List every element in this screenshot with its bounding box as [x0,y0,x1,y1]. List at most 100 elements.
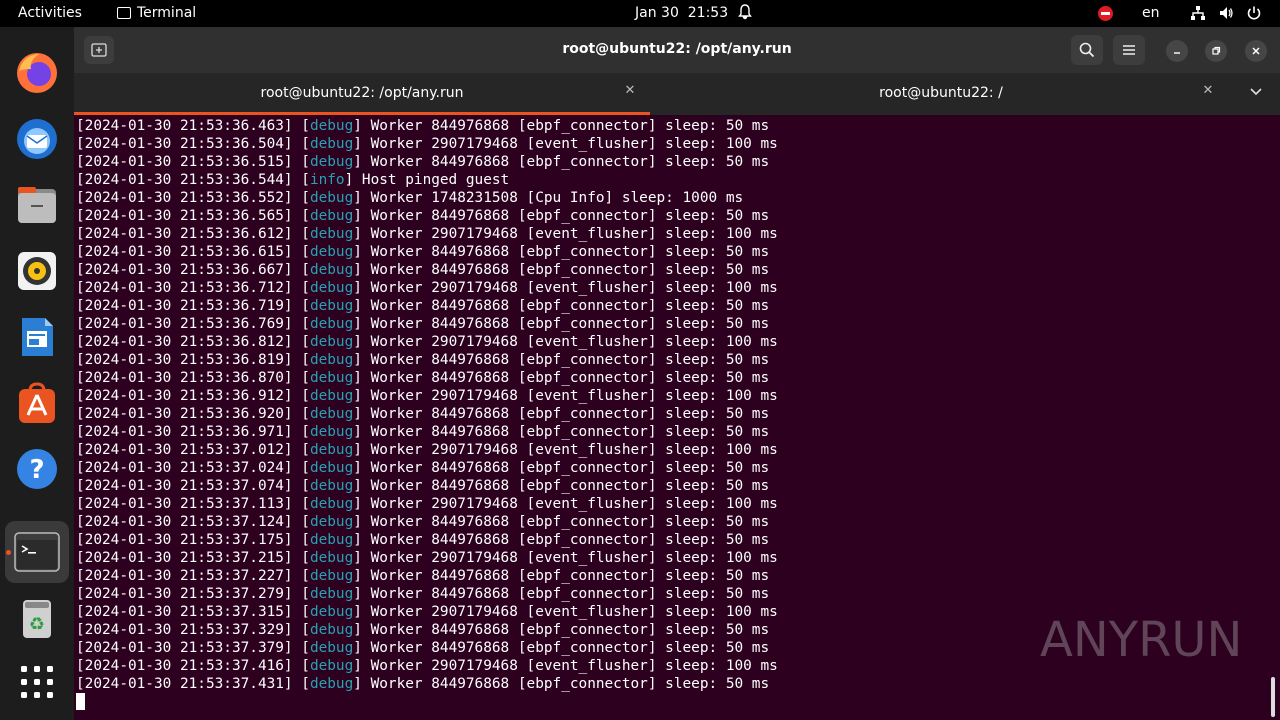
log-level: debug [309,514,354,530]
log-message: Worker 2907179468 [event_flusher] sleep:… [370,388,778,404]
terminal-app-icon [117,7,131,19]
help-icon[interactable]: ? [14,446,60,492]
log-level: debug [309,640,354,656]
log-line: [2024-01-30 21:53:37.215] [debug] Worker… [76,550,778,566]
log-message: Worker 844976868 [ebpf_connector] sleep:… [370,298,770,314]
log-line: [2024-01-30 21:53:36.565] [debug] Worker… [76,208,770,224]
log-timestamp: [2024-01-30 21:53:36.819] [76,352,293,368]
libreoffice-writer-icon[interactable] [14,314,60,360]
log-level: debug [309,622,354,638]
log-message: Host pinged guest [361,172,510,188]
files-icon[interactable] [14,182,60,228]
log-level: debug [309,442,354,458]
tab-opt-any-run[interactable]: root@ubuntu22: /opt/any.run ✕ [74,73,650,115]
log-message: Worker 2907179468 [event_flusher] sleep:… [370,334,778,350]
log-level: debug [309,334,354,350]
log-timestamp: [2024-01-30 21:53:36.463] [76,118,293,134]
app-menu[interactable]: Terminal [117,5,196,21]
log-timestamp: [2024-01-30 21:53:37.024] [76,460,293,476]
log-line: [2024-01-30 21:53:37.279] [debug] Worker… [76,586,770,602]
log-level: debug [309,154,354,170]
log-level: debug [309,496,354,512]
do-not-disturb-icon[interactable] [1098,6,1113,21]
maximize-button[interactable] [1205,40,1227,62]
log-message: Worker 1748231508 [Cpu Info] sleep: 1000… [370,190,744,206]
minimize-button[interactable] [1166,40,1188,62]
power-icon[interactable] [1246,5,1262,21]
log-level: debug [309,568,354,584]
log-message: Worker 844976868 [ebpf_connector] sleep:… [370,352,770,368]
firefox-icon[interactable] [14,50,60,96]
log-message: Worker 2907179468 [event_flusher] sleep:… [370,496,778,512]
tab-root[interactable]: root@ubuntu22: / ✕ [650,73,1232,115]
log-message: Worker 844976868 [ebpf_connector] sleep:… [370,586,770,602]
log-message: Worker 844976868 [ebpf_connector] sleep:… [370,478,770,494]
log-line: [2024-01-30 21:53:36.971] [debug] Worker… [76,424,770,440]
log-timestamp: [2024-01-30 21:53:37.431] [76,676,293,692]
log-line: [2024-01-30 21:53:37.012] [debug] Worker… [76,442,778,458]
log-timestamp: [2024-01-30 21:53:36.544] [76,172,293,188]
scrollbar[interactable] [1271,677,1275,717]
tab-list-chevron-down-icon[interactable] [1250,85,1262,100]
log-line: [2024-01-30 21:53:37.431] [debug] Worker… [76,676,770,692]
log-message: Worker 844976868 [ebpf_connector] sleep:… [370,316,770,332]
log-message: Worker 844976868 [ebpf_connector] sleep:… [370,118,770,134]
tab-close-icon[interactable]: ✕ [622,83,638,99]
log-line: [2024-01-30 21:53:37.227] [debug] Worker… [76,568,770,584]
log-level: debug [309,586,354,602]
log-timestamp: [2024-01-30 21:53:37.329] [76,622,293,638]
log-level: debug [309,550,354,566]
log-message: Worker 2907179468 [event_flusher] sleep:… [370,604,778,620]
log-level: debug [309,604,354,620]
log-level: info [309,172,345,188]
log-message: Worker 844976868 [ebpf_connector] sleep:… [370,640,770,656]
log-level: debug [309,280,354,296]
log-level: debug [309,460,354,476]
log-timestamp: [2024-01-30 21:53:36.504] [76,136,293,152]
clock-date: Jan 30 [635,5,679,21]
app-name: Terminal [137,5,197,21]
log-timestamp: [2024-01-30 21:53:36.552] [76,190,293,206]
log-message: Worker 2907179468 [event_flusher] sleep:… [370,226,778,242]
rhythmbox-icon[interactable] [14,248,60,294]
tab-label: root@ubuntu22: /opt/any.run [260,85,464,101]
volume-icon[interactable] [1218,5,1234,21]
log-timestamp: [2024-01-30 21:53:36.769] [76,316,293,332]
trash-icon[interactable]: ♻ [14,595,60,641]
search-button[interactable] [1071,35,1103,65]
close-window-button[interactable] [1245,40,1267,62]
log-line: [2024-01-30 21:53:37.379] [debug] Worker… [76,640,770,656]
log-timestamp: [2024-01-30 21:53:37.175] [76,532,293,548]
log-line: [2024-01-30 21:53:36.719] [debug] Worker… [76,298,770,314]
menu-button[interactable] [1113,35,1145,65]
thunderbird-icon[interactable] [14,116,60,162]
log-level: debug [309,424,354,440]
tab-bar: root@ubuntu22: /opt/any.run ✕ root@ubunt… [74,73,1280,115]
app-center-icon[interactable] [14,380,60,426]
log-message: Worker 2907179468 [event_flusher] sleep:… [370,136,778,152]
log-level: debug [309,658,354,674]
text-cursor [76,693,85,710]
language-indicator[interactable]: en [1142,5,1160,21]
svg-text:♻: ♻ [29,614,45,635]
log-timestamp: [2024-01-30 21:53:37.074] [76,478,293,494]
log-message: Worker 844976868 [ebpf_connector] sleep:… [370,460,770,476]
activities-button[interactable]: Activities [18,5,82,21]
log-message: Worker 844976868 [ebpf_connector] sleep:… [370,514,770,530]
clock[interactable]: Jan 30 21:53 [635,5,728,21]
show-apps-icon[interactable] [14,659,60,705]
log-timestamp: [2024-01-30 21:53:36.667] [76,262,293,278]
log-timestamp: [2024-01-30 21:53:37.113] [76,496,293,512]
tab-close-icon[interactable]: ✕ [1200,83,1216,99]
bell-icon[interactable] [738,4,752,20]
log-line: [2024-01-30 21:53:36.615] [debug] Worker… [76,244,770,260]
network-icon[interactable] [1190,5,1206,21]
log-message: Worker 844976868 [ebpf_connector] sleep:… [370,244,770,260]
log-lines: [2024-01-30 21:53:36.463] [debug] Worker… [76,117,778,693]
log-line: [2024-01-30 21:53:36.812] [debug] Worker… [76,334,778,350]
log-line: [2024-01-30 21:53:36.819] [debug] Worker… [76,352,770,368]
log-message: Worker 2907179468 [event_flusher] sleep:… [370,550,778,566]
terminal-icon[interactable] [14,529,60,575]
tab-label: root@ubuntu22: / [879,85,1003,101]
log-line: [2024-01-30 21:53:37.416] [debug] Worker… [76,658,778,674]
